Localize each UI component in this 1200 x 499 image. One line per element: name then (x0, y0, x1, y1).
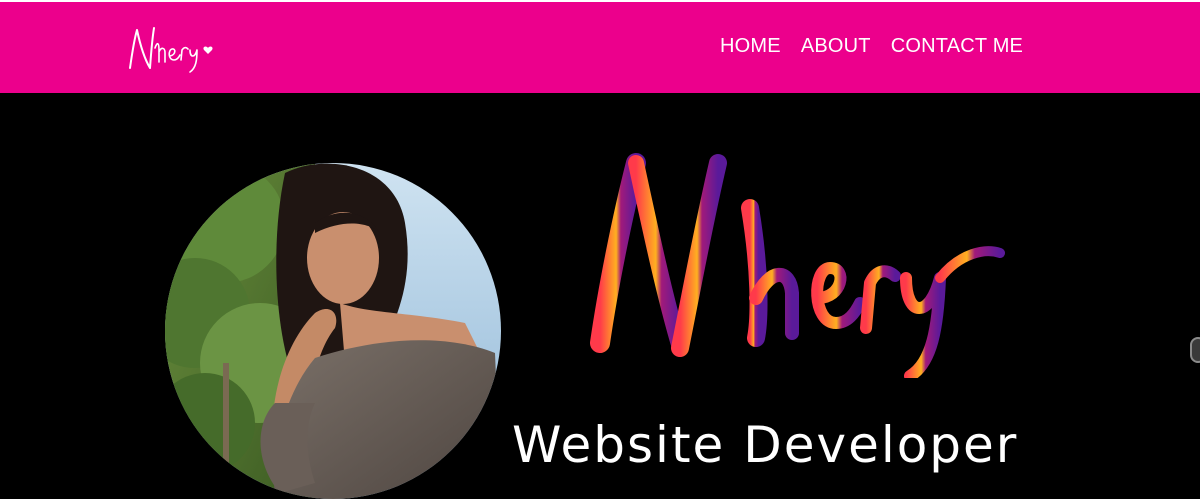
logo-script (129, 27, 213, 73)
nav-contact-me[interactable]: CONTACT ME (891, 35, 1023, 58)
nav-home[interactable]: HOME (720, 35, 781, 58)
primary-nav: HOME ABOUT CONTACT ME (720, 35, 1023, 58)
scroll-handle[interactable] (1190, 337, 1200, 363)
profile-photo (165, 163, 501, 499)
site-logo[interactable] (124, 22, 224, 74)
heart-icon (203, 46, 213, 54)
hero-name-script (580, 148, 1020, 382)
hero-section: Website Developer (0, 93, 1200, 499)
hero-role-title: Website Developer (512, 416, 1019, 474)
top-navbar: HOME ABOUT CONTACT ME (0, 0, 1200, 93)
nav-about[interactable]: ABOUT (801, 35, 871, 58)
